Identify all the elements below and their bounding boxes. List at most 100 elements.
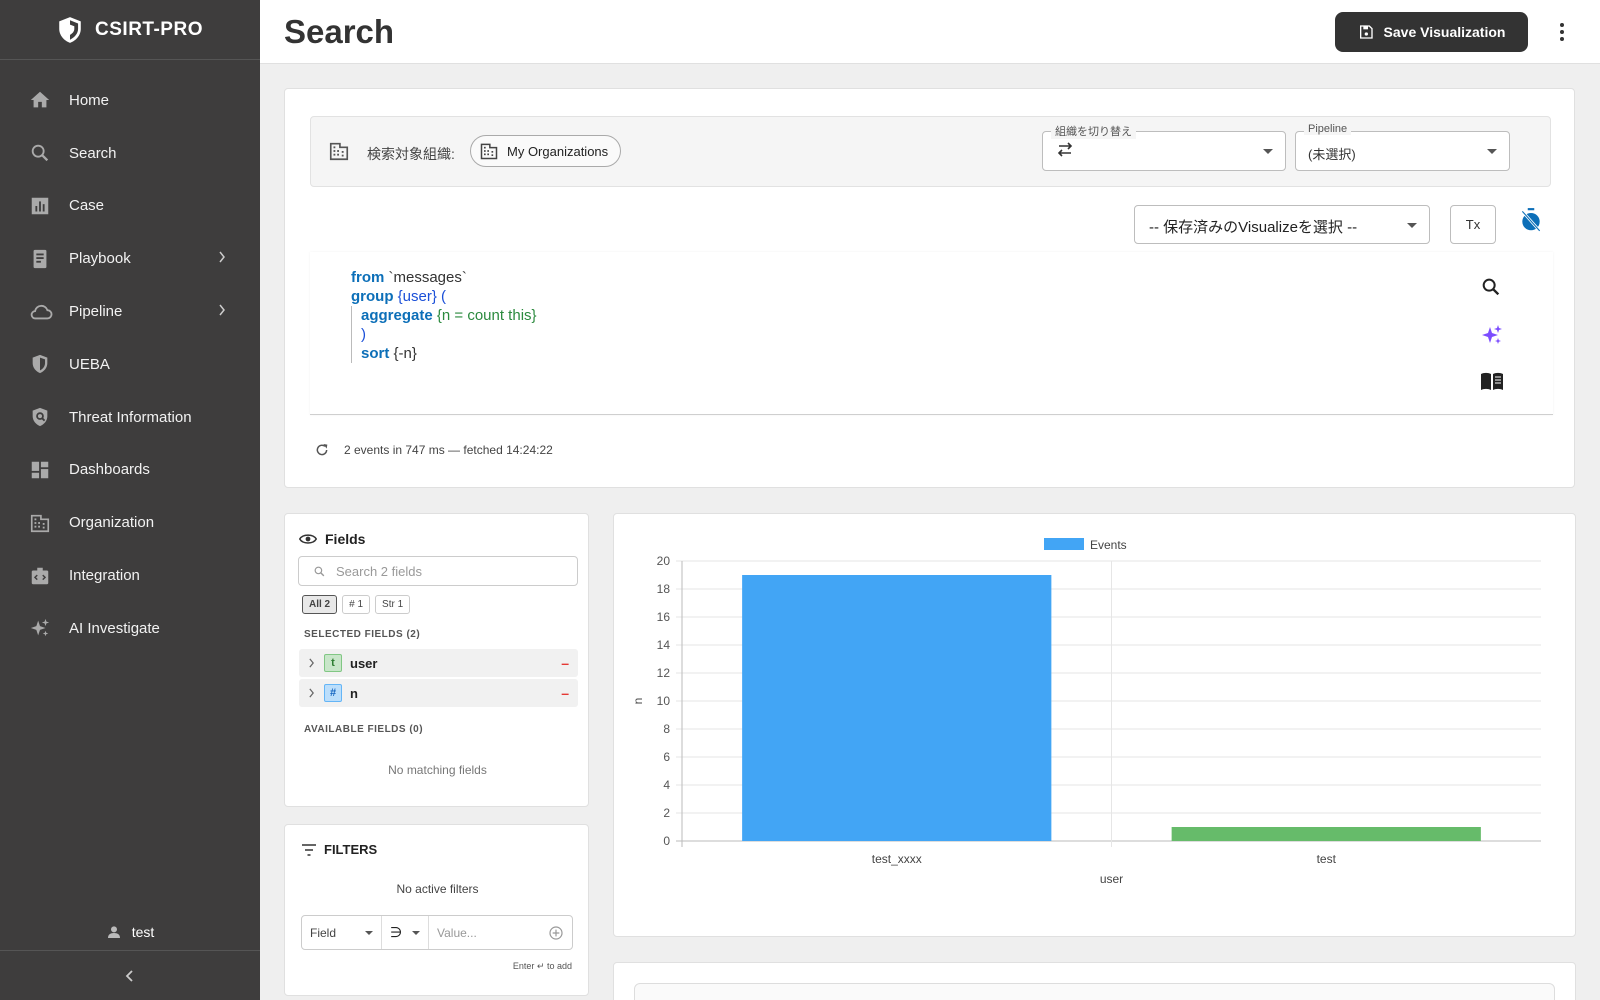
y-tick-label: 16 (657, 610, 671, 624)
dropdown-arrow-icon (365, 930, 373, 935)
field-type-filters: All 2 # 1 Str 1 (302, 595, 411, 614)
clear-format-icon: Tx (1465, 217, 1481, 232)
chevron-right-icon (218, 304, 226, 316)
building-icon (29, 512, 51, 534)
person-icon (106, 924, 122, 940)
y-tick-label: 20 (657, 554, 671, 568)
sidebar-item-organization[interactable]: Organization (0, 496, 260, 549)
query-status: 2 events in 747 ms — fetched 14:24:22 (314, 442, 553, 458)
fields-panel: Fields Search 2 fields All 2 # 1 Str 1 S… (284, 513, 589, 807)
type-text-badge: t (324, 654, 342, 672)
ai-sparkles-icon[interactable] (1480, 323, 1504, 347)
pipeline-select[interactable]: Pipeline (未選択) (1295, 123, 1510, 171)
filter-field-select[interactable]: Field (302, 916, 382, 949)
bar-chart: 0 2 4 6 8 10 12 14 16 18 20 test_xxxx test user n Event… (631, 538, 1541, 886)
chevron-right-icon[interactable] (308, 658, 315, 668)
org-switch-select[interactable]: 組織を切り替え (1042, 123, 1286, 171)
floppy-disk-icon (1358, 24, 1374, 40)
y-tick-label: 2 (663, 806, 670, 820)
sidebar-item-search[interactable]: Search (0, 127, 260, 180)
filter-list-icon (302, 843, 316, 856)
y-tick-label: 18 (657, 582, 671, 596)
saved-visualize-select[interactable]: -- 保存済みのVisualizeを選択 -- (1134, 205, 1430, 244)
dropdown-arrow-icon (1407, 223, 1417, 228)
sidebar-item-ueba[interactable]: UEBA (0, 338, 260, 391)
y-axis-label: n (631, 698, 645, 705)
remove-field-button[interactable]: – (561, 655, 569, 671)
chevron-right-icon (218, 251, 226, 263)
sidebar-item-ai-investigate[interactable]: AI Investigate (0, 602, 260, 655)
y-tick-label: 12 (657, 666, 671, 680)
fields-title: Fields (299, 531, 365, 547)
more-options-button[interactable] (1550, 20, 1574, 44)
code-line: ) (351, 325, 537, 344)
sidebar-item-dashboards[interactable]: Dashboards (0, 444, 260, 497)
sidebar-item-label: Playbook (69, 250, 131, 268)
chart-panel: 0 2 4 6 8 10 12 14 16 18 20 test_xxxx test user n Event… (613, 513, 1576, 937)
field-row-n[interactable]: # n – (299, 679, 578, 707)
timer-off-button[interactable] (1518, 207, 1548, 237)
filter-chip-all[interactable]: All 2 (302, 595, 338, 614)
search-icon (29, 142, 51, 164)
filter-hint: Enter ↵ to add (512, 961, 572, 971)
clear-formatting-button[interactable]: Tx (1450, 205, 1496, 244)
book-icon (29, 248, 51, 270)
sidebar-item-playbook[interactable]: Playbook (0, 232, 260, 285)
filter-value-input[interactable]: Value... (429, 926, 548, 940)
sidebar-item-home[interactable]: Home (0, 74, 260, 127)
shield-search-icon (29, 406, 51, 428)
sidebar-item-label: Integration (69, 567, 140, 585)
open-book-icon[interactable] (1480, 371, 1504, 395)
y-tick-label: 10 (657, 694, 671, 708)
remove-field-button[interactable]: – (561, 685, 569, 701)
query-code[interactable]: from `messages` group {user} ( aggregate… (351, 268, 537, 363)
building-icon (328, 140, 350, 162)
bar-test (1171, 827, 1481, 841)
run-search-icon[interactable] (1480, 276, 1504, 300)
collapse-sidebar-button[interactable] (0, 950, 260, 1000)
sidebar-item-pipeline[interactable]: Pipeline (0, 285, 260, 338)
no-active-filters: No active filters (396, 882, 479, 896)
sidebar-item-case[interactable]: Case (0, 180, 260, 233)
code-line: from `messages` (351, 269, 467, 286)
sidebar: CSIRT-PRO Home Search Case Playbook Pipe… (0, 0, 260, 1000)
type-number-badge: # (324, 684, 342, 702)
integration-icon (29, 565, 51, 587)
chevron-left-icon (125, 969, 135, 983)
current-user[interactable]: test (0, 924, 260, 940)
filter-chip-string[interactable]: Str 1 (375, 595, 411, 614)
query-editor[interactable]: from `messages` group {user} ( aggregate… (310, 252, 1553, 415)
chart-box-icon (29, 195, 51, 217)
cloud-icon (29, 301, 53, 323)
search-icon (313, 565, 326, 578)
chevron-right-icon[interactable] (308, 688, 315, 698)
x-tick-label: test (1317, 852, 1337, 866)
save-visualization-button[interactable]: Save Visualization (1335, 12, 1528, 52)
my-organizations-chip[interactable]: My Organizations (470, 135, 622, 167)
sparkles-icon (29, 617, 51, 639)
code-line: aggregate {n = count this} (351, 306, 537, 325)
sidebar-item-threat-information[interactable]: Threat Information (0, 391, 260, 444)
top-bar: Search Save Visualization (260, 0, 1600, 64)
user-name: test (131, 924, 155, 940)
add-circle-icon[interactable] (548, 925, 564, 941)
filter-operator-select[interactable]: ∋ (382, 916, 429, 949)
dropdown-arrow-icon (1487, 149, 1497, 154)
shield-logo-icon (57, 16, 83, 44)
field-row-user[interactable]: t user – (299, 649, 578, 677)
brand[interactable]: CSIRT-PRO (0, 0, 260, 60)
legend-label: Events (1090, 538, 1127, 552)
org-switch-label: 組織を切り替え (1051, 123, 1136, 139)
filters-panel: FILTERS No active filters Field ∋ Value.… (284, 824, 589, 996)
home-icon (29, 89, 51, 111)
org-chip-label: My Organizations (507, 143, 609, 159)
fields-search-input[interactable]: Search 2 fields (298, 556, 578, 586)
field-name: user (350, 655, 378, 671)
no-matching-fields: No matching fields (388, 763, 487, 777)
refresh-icon[interactable] (314, 442, 330, 458)
sidebar-item-integration[interactable]: Integration (0, 549, 260, 602)
x-tick-label: test_xxxx (872, 852, 922, 866)
y-tick-label: 8 (663, 722, 670, 736)
y-tick-label: 0 (663, 834, 670, 848)
filter-chip-number[interactable]: # 1 (342, 595, 371, 614)
